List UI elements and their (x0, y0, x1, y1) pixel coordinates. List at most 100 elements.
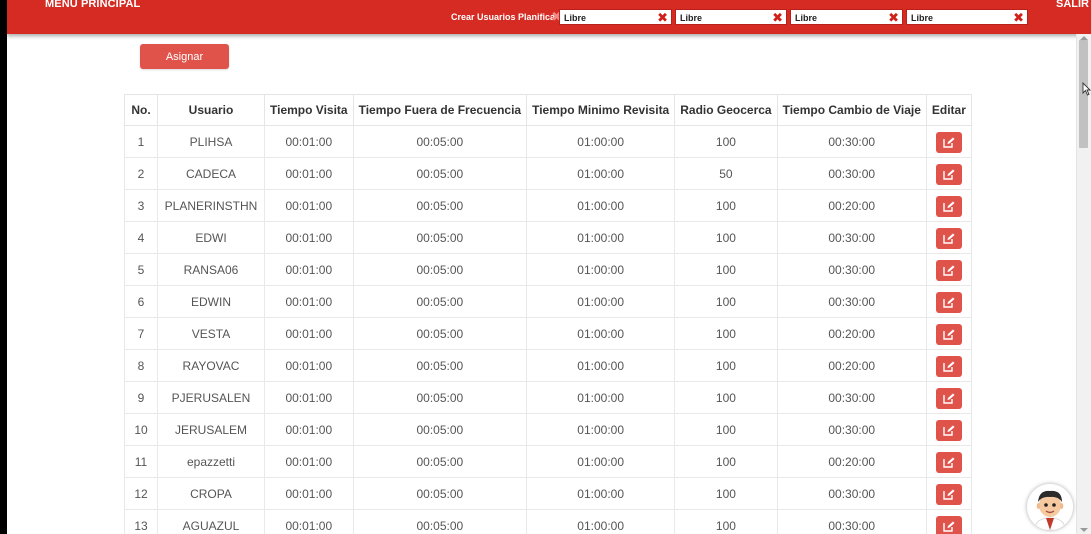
edit-button[interactable] (935, 228, 962, 249)
table-row: 4 EDWI 00:01:00 00:05:00 01:00:00 100 00:30:00 (124, 221, 972, 254)
column-header: Tiempo Cambio de Viaje (776, 94, 927, 126)
table-cell: 00:05:00 (352, 285, 528, 318)
table-cell: 00:20:00 (776, 317, 927, 350)
table-cell: 100 (674, 317, 778, 350)
column-header: Editar (925, 94, 972, 126)
table-cell: 10 (124, 413, 158, 446)
table-cell: 00:30:00 (776, 381, 927, 414)
edit-button[interactable] (935, 292, 962, 313)
tab-libre-4[interactable]: Libre ✖ (906, 9, 1028, 25)
column-header: Usuario (157, 94, 265, 126)
tab-label: Libre (680, 13, 703, 23)
edit-button[interactable] (935, 164, 962, 185)
table-cell: 100 (674, 189, 778, 222)
table-cell: 00:05:00 (352, 125, 528, 158)
close-icon[interactable]: ✖ (772, 10, 783, 26)
edit-button[interactable] (935, 324, 962, 345)
table-cell: 00:05:00 (352, 317, 528, 350)
edit-button[interactable] (935, 356, 962, 377)
table-cell: 100 (674, 477, 778, 510)
column-header: Tiempo Fuera de Frecuencia (352, 94, 528, 126)
close-icon[interactable]: ✖ (657, 10, 668, 26)
edit-button[interactable] (935, 196, 962, 217)
assistant-avatar-icon (1027, 484, 1073, 530)
table-cell: RANSA06 (157, 253, 265, 286)
edit-icon (943, 137, 955, 148)
tab-libre-2[interactable]: Libre ✖ (675, 9, 787, 25)
table-cell: 00:30:00 (776, 221, 927, 254)
table-cell: 00:20:00 (776, 349, 927, 382)
table-cell: 00:05:00 (352, 509, 528, 534)
scroll-down-arrow[interactable] (1080, 528, 1088, 532)
table-cell: 00:05:00 (352, 445, 528, 478)
table-cell: 100 (674, 349, 778, 382)
table-cell: 01:00:00 (526, 189, 676, 222)
table-cell-edit (925, 189, 972, 222)
table-cell: 01:00:00 (526, 125, 676, 158)
table-cell: 00:01:00 (264, 285, 354, 318)
tab-crear-usuarios-planifica[interactable]: Crear Usuarios Planifica ✖ (447, 9, 562, 25)
edit-icon (943, 233, 955, 244)
tab-label: Crear Usuarios Planifica (451, 12, 556, 22)
table-cell: 01:00:00 (526, 477, 676, 510)
table-cell: 01:00:00 (526, 317, 676, 350)
close-icon[interactable]: ✖ (888, 10, 899, 26)
column-header: No. (124, 94, 158, 126)
table-cell: 100 (674, 253, 778, 286)
table-cell: 00:01:00 (264, 381, 354, 414)
table-cell-edit (925, 125, 972, 158)
table-cell: 100 (674, 509, 778, 534)
table-header-row: No. Usuario Tiempo Visita Tiempo Fuera d… (124, 94, 972, 126)
edit-icon (943, 297, 955, 308)
close-icon[interactable]: ✖ (1013, 10, 1024, 26)
table-cell-edit (925, 285, 972, 318)
table-cell: 00:01:00 (264, 509, 354, 534)
table-cell: 01:00:00 (526, 221, 676, 254)
table-cell: 00:05:00 (352, 253, 528, 286)
table-cell: PLIHSA (157, 125, 265, 158)
table-cell: 00:30:00 (776, 477, 927, 510)
table-cell-edit (925, 317, 972, 350)
table-row: 12 CROPA 00:01:00 00:05:00 01:00:00 100 00:30:… (124, 477, 972, 510)
assign-user-button[interactable]: Asignar Usuario (140, 44, 229, 88)
table-cell: 00:30:00 (776, 285, 927, 318)
edit-button[interactable] (935, 260, 962, 281)
table-cell: 00:01:00 (264, 477, 354, 510)
edit-button[interactable] (935, 388, 962, 409)
edit-button[interactable] (935, 132, 962, 153)
table-cell: 00:30:00 (776, 125, 927, 158)
table-cell-edit (925, 381, 972, 414)
table-cell: 11 (124, 445, 158, 478)
tab-libre-3[interactable]: Libre ✖ (790, 9, 903, 25)
edit-icon (943, 521, 955, 532)
vertical-scrollbar[interactable] (1076, 34, 1091, 534)
edit-button[interactable] (935, 484, 962, 505)
salir-link[interactable]: SALIR (1056, 0, 1089, 10)
table-cell: JERUSALEM (157, 413, 265, 446)
tab-libre-1[interactable]: Libre ✖ (559, 9, 672, 25)
mouse-cursor-icon (1082, 82, 1091, 96)
table-cell: PLANERINSTHN (157, 189, 265, 222)
table-row: 1 PLIHSA 00:01:00 00:05:00 01:00:00 100 00:30:… (124, 125, 972, 158)
table-cell: 50 (674, 157, 778, 190)
table-cell: 1 (124, 125, 158, 158)
table-cell: 01:00:00 (526, 253, 676, 286)
top-navbar: MENU PRINCIPAL Crear Usuarios Planifica … (7, 0, 1091, 34)
table-row: 8 RAYOVAC 00:01:00 00:05:00 01:00:00 100 00:20… (124, 349, 972, 382)
table-cell: 00:20:00 (776, 189, 927, 222)
assistant-avatar[interactable] (1027, 484, 1073, 530)
table-row: 13 AGUAZUL 00:01:00 00:05:00 01:00:00 100 00:3… (124, 509, 972, 534)
table-cell: 00:05:00 (352, 349, 528, 382)
edit-button[interactable] (935, 516, 962, 534)
menu-principal-link[interactable]: MENU PRINCIPAL (45, 0, 140, 10)
table-cell: EDWIN (157, 285, 265, 318)
table-cell-edit (925, 413, 972, 446)
table-cell-edit (925, 157, 972, 190)
table-cell: 100 (674, 381, 778, 414)
edit-button[interactable] (935, 452, 962, 473)
table-cell: CROPA (157, 477, 265, 510)
edit-button[interactable] (935, 420, 962, 441)
edit-icon (943, 329, 955, 340)
table-cell: 3 (124, 189, 158, 222)
edit-icon (943, 489, 955, 500)
